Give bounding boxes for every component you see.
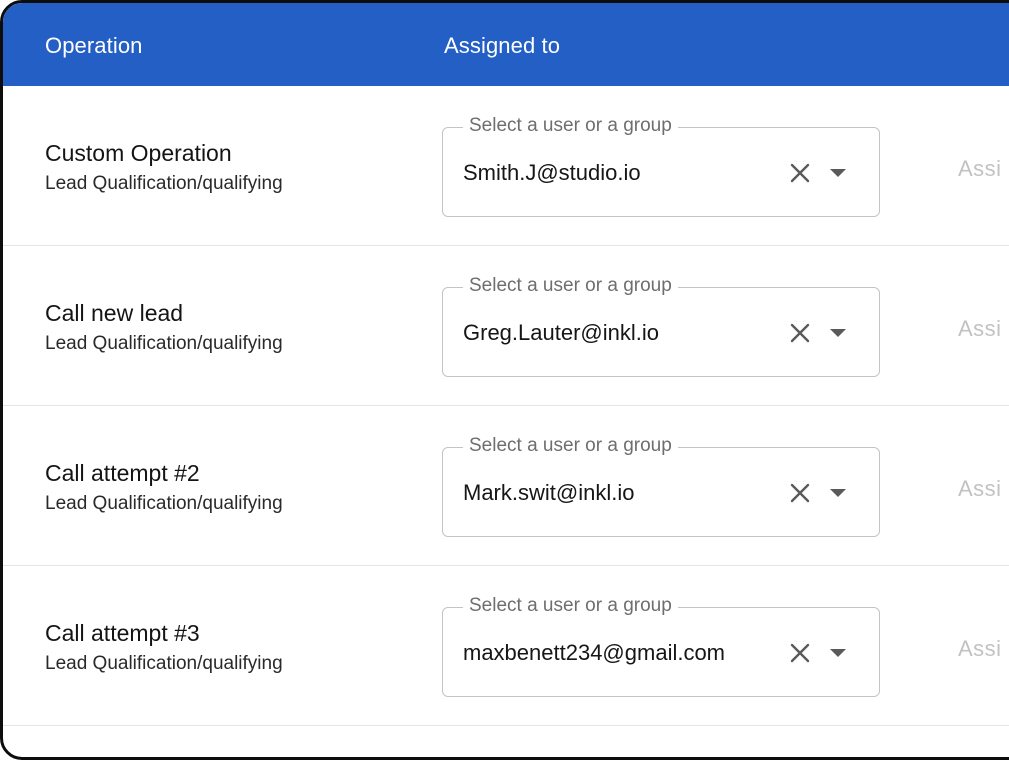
assignee-select-label: Select a user or a group — [463, 435, 678, 457]
header-operation: Operation — [45, 33, 143, 58]
assignee-select-label: Select a user or a group — [463, 115, 678, 137]
close-icon[interactable] — [789, 322, 811, 344]
operation-path: Lead Qualification/qualifying — [45, 333, 283, 354]
assignee-select[interactable]: Select a user or a group Greg.Lauter@ink… — [442, 275, 880, 377]
assign-button[interactable]: Assi — [958, 316, 1002, 342]
operation-path: Lead Qualification/qualifying — [45, 173, 283, 194]
operation-title: Call attempt #3 — [45, 620, 200, 646]
operation-path: Lead Qualification/qualifying — [45, 653, 283, 674]
assignee-select-value[interactable]: Mark.swit@inkl.io — [463, 480, 634, 506]
table-row: Custom Operation Lead Qualification/qual… — [3, 86, 1009, 246]
assignee-select[interactable]: Select a user or a group Smith.J@studio.… — [442, 115, 880, 217]
table-row: Call attempt #3 Lead Qualification/quali… — [3, 566, 1009, 726]
table-row: Call attempt #2 Lead Qualification/quali… — [3, 406, 1009, 566]
caret-down-icon[interactable] — [829, 487, 847, 499]
assignee-select-value[interactable]: maxbenett234@gmail.com — [463, 640, 725, 666]
caret-down-icon[interactable] — [829, 167, 847, 179]
close-icon[interactable] — [789, 162, 811, 184]
header-assigned-to: Assigned to — [444, 33, 561, 58]
table-row: Call new lead Lead Qualification/qualify… — [3, 246, 1009, 406]
caret-down-icon[interactable] — [829, 327, 847, 339]
operation-title: Call new lead — [45, 300, 184, 326]
table-header: Operation Assigned to — [3, 3, 1009, 86]
operation-path: Lead Qualification/qualifying — [45, 493, 283, 514]
close-icon[interactable] — [789, 642, 811, 664]
assignee-select-value[interactable]: Greg.Lauter@inkl.io — [463, 320, 659, 346]
operation-title: Custom Operation — [45, 140, 232, 166]
assignee-select[interactable]: Select a user or a group maxbenett234@gm… — [442, 595, 880, 697]
assignee-select-label: Select a user or a group — [463, 595, 678, 617]
assignment-table: Operation Assigned to Custom Operation L… — [0, 0, 1009, 760]
assign-button[interactable]: Assi — [958, 476, 1002, 502]
caret-down-icon[interactable] — [829, 647, 847, 659]
assign-button[interactable]: Assi — [958, 636, 1002, 662]
assignee-select-label: Select a user or a group — [463, 275, 678, 297]
assignee-select[interactable]: Select a user or a group Mark.swit@inkl.… — [442, 435, 880, 537]
assign-button[interactable]: Assi — [958, 156, 1002, 182]
close-icon[interactable] — [789, 482, 811, 504]
assignee-select-value[interactable]: Smith.J@studio.io — [463, 160, 641, 186]
operation-title: Call attempt #2 — [45, 460, 200, 486]
